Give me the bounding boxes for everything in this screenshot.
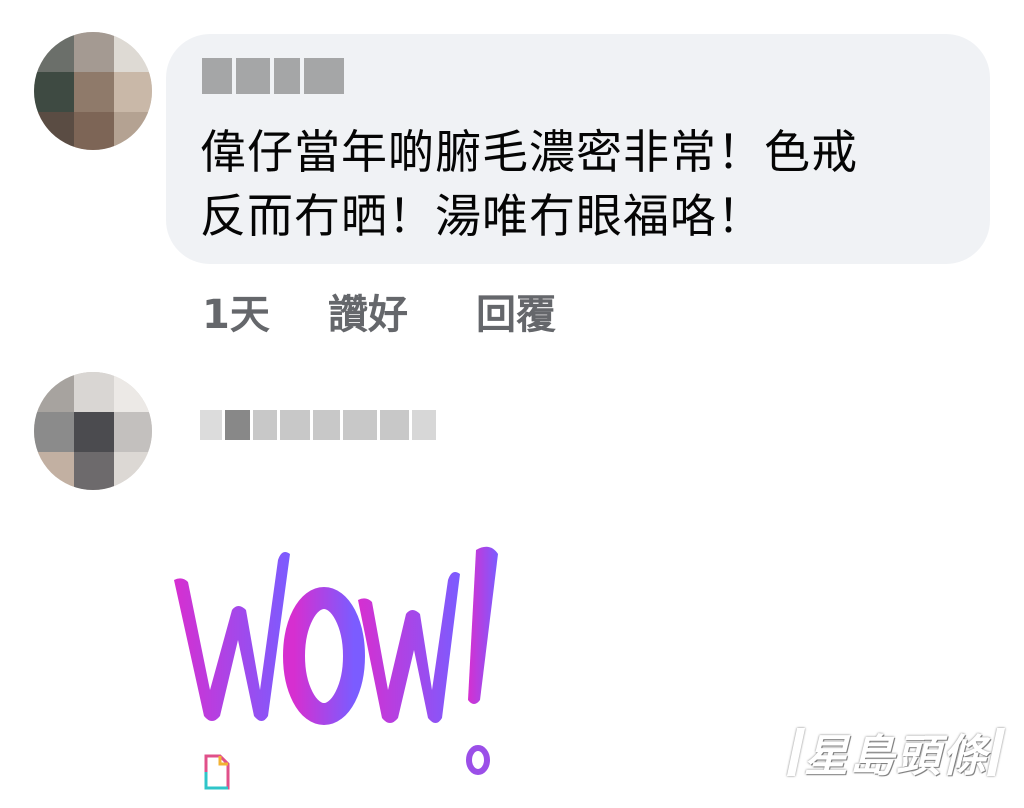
- author-name-blurred[interactable]: [202, 54, 352, 98]
- avatar[interactable]: [34, 372, 152, 490]
- watermark-logo: 星島頭條: [786, 722, 1006, 782]
- reply-link[interactable]: 回覆: [476, 282, 556, 340]
- comment-text: 偉仔當年啲腑毛濃密非常！色戒 反而冇晒！湯唯冇眼福咯！: [200, 125, 858, 243]
- author-name-blurred[interactable]: [200, 398, 437, 452]
- avatar[interactable]: [34, 32, 152, 150]
- document-icon: [204, 754, 230, 790]
- timestamp[interactable]: 1天: [202, 282, 270, 340]
- like-link[interactable]: 讚好: [328, 282, 408, 340]
- watermark-text: 星島頭條: [804, 731, 988, 782]
